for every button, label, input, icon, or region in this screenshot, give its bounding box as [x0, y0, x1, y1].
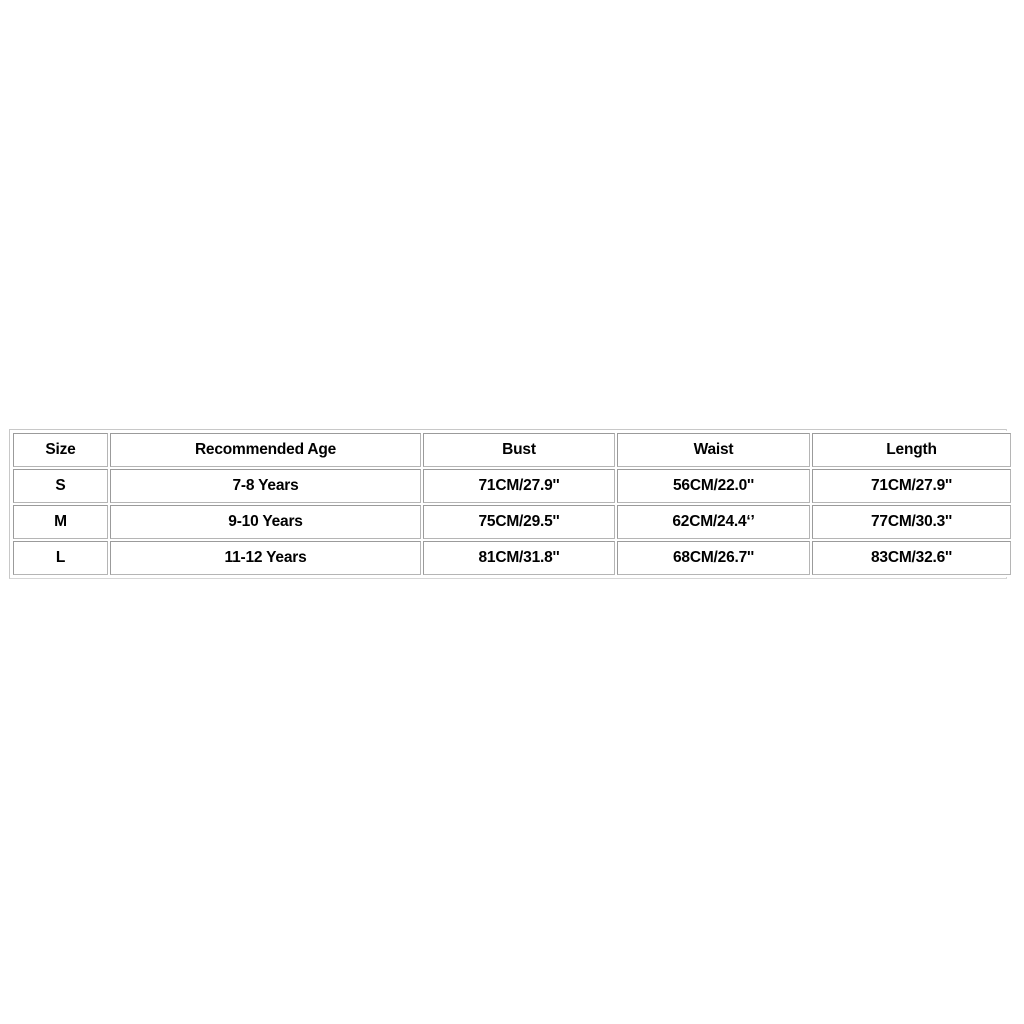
size-chart-table: Size Recommended Age Bust Waist Length S… [11, 431, 1013, 577]
cell-size: L [13, 541, 108, 575]
cell-bust: 81CM/31.8'' [423, 541, 615, 575]
column-header-size: Size [13, 433, 108, 467]
cell-waist: 56CM/22.0'' [617, 469, 810, 503]
cell-age: 11-12 Years [110, 541, 421, 575]
table-header-row: Size Recommended Age Bust Waist Length [13, 433, 1011, 467]
column-header-waist: Waist [617, 433, 810, 467]
cell-waist: 62CM/24.4‘’ [617, 505, 810, 539]
table-row: L 11-12 Years 81CM/31.8'' 68CM/26.7'' 83… [13, 541, 1011, 575]
cell-bust: 71CM/27.9'' [423, 469, 615, 503]
cell-waist: 68CM/26.7'' [617, 541, 810, 575]
cell-length: 77CM/30.3'' [812, 505, 1011, 539]
table-row: S 7-8 Years 71CM/27.9'' 56CM/22.0'' 71CM… [13, 469, 1011, 503]
size-chart-container: Size Recommended Age Bust Waist Length S… [9, 429, 1013, 579]
column-header-age: Recommended Age [110, 433, 421, 467]
cell-length: 71CM/27.9'' [812, 469, 1011, 503]
cell-age: 7-8 Years [110, 469, 421, 503]
cell-age: 9-10 Years [110, 505, 421, 539]
cell-length: 83CM/32.6'' [812, 541, 1011, 575]
size-table-frame: Size Recommended Age Bust Waist Length S… [9, 429, 1013, 579]
column-header-length: Length [812, 433, 1011, 467]
table-row: M 9-10 Years 75CM/29.5'' 62CM/24.4‘’ 77C… [13, 505, 1011, 539]
column-header-bust: Bust [423, 433, 615, 467]
cell-bust: 75CM/29.5'' [423, 505, 615, 539]
cell-size: M [13, 505, 108, 539]
cell-size: S [13, 469, 108, 503]
